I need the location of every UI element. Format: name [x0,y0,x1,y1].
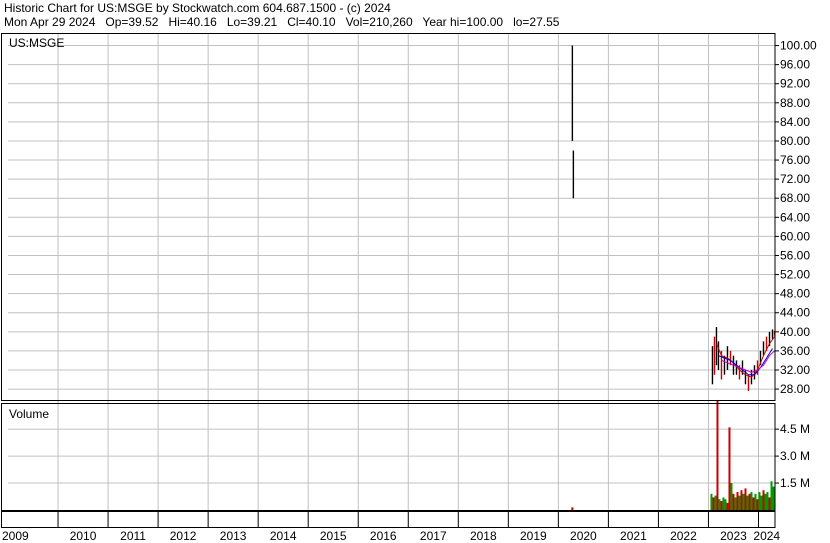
volume-bar [756,499,759,510]
volume-tick-label: 4.5 M [780,422,810,436]
volume-bar [728,427,731,510]
price-tick-label: 100.00 [780,39,817,53]
price-tick-label: 68.00 [780,191,810,205]
x-tick-label: 2009 [2,529,29,543]
volume-bar [730,483,733,510]
moving-average-line [721,350,775,373]
volume-bar [712,497,715,510]
volume-bar [772,486,775,510]
volume-bar [571,507,574,510]
x-tick-label: 2016 [370,529,397,543]
x-tick-label: 2020 [570,529,597,543]
volume-bar [748,493,751,510]
x-tick-label: 2019 [520,529,547,543]
volume-bar [760,495,763,510]
axis-labels: 2009 2010 2011 2012 2013 2014 2015 2016 2017 2018… [2,39,817,543]
volume-bar [732,493,735,510]
volume-bar [758,492,761,510]
volume-bar [744,488,747,510]
volume-bar [726,502,729,510]
volume-bar [722,497,725,510]
volume-bar [716,400,719,510]
x-tick-label: 2023 [720,529,747,543]
x-tick-label: 2024 [753,529,780,543]
volume-bar [746,495,749,510]
x-tick-label: 2021 [620,529,647,543]
price-tick-label: 76.00 [780,153,810,167]
x-tick-label: 2010 [70,529,97,543]
price-tick-label: 64.00 [780,210,810,224]
volume-panel-border [1,403,776,511]
volume-bar [714,495,717,510]
volume-bar [718,499,721,510]
x-tick-label: 2018 [470,529,497,543]
x-tick-label: 2013 [220,529,247,543]
chart-frame [1,33,779,528]
stock-chart: 2009 2010 2011 2012 2013 2014 2015 2016 2017 2018… [1,33,817,543]
volume-tick-label: 1.5 M [780,476,810,490]
volume-bar [736,492,739,510]
volume-tick-label: 3.0 M [780,449,810,463]
price-tick-label: 60.00 [780,229,810,243]
x-axis-band [1,511,776,528]
volume-bar [740,490,743,510]
x-tick-label: 2022 [670,529,697,543]
price-tick-label: 96.00 [780,58,810,72]
volume-bar [768,497,771,510]
volume-bar [724,499,727,510]
price-tick-label: 56.00 [780,248,810,262]
grid-lines [8,34,775,510]
volume-bar [752,497,755,510]
symbol-label: US:MSGE [9,36,64,50]
x-tick-label: 2014 [270,529,297,543]
volume-panel-label: Volume [9,407,49,421]
price-tick-label: 52.00 [780,268,810,282]
volume-bar [754,493,757,510]
volume-bar [742,493,745,510]
price-tick-label: 88.00 [780,96,810,110]
x-tick-label: 2011 [120,529,146,543]
volume-bar [764,493,767,510]
price-tick-label: 28.00 [780,382,810,396]
volume-bar [734,497,737,510]
price-tick-label: 92.00 [780,77,810,91]
price-tick-label: 40.00 [780,325,810,339]
price-tick-label: 36.00 [780,344,810,358]
volume-bar [766,492,769,510]
volume-bar [762,490,765,510]
volume-bar [750,492,753,510]
volume-bar [720,501,723,510]
price-tick-label: 48.00 [780,287,810,301]
price-bars [571,45,776,391]
price-tick-label: 32.00 [780,363,810,377]
volume-bar [738,495,741,510]
x-tick-label: 2017 [420,529,447,543]
price-tick-label: 80.00 [780,134,810,148]
price-tick-label: 84.00 [780,115,810,129]
volume-bar [710,493,713,510]
volume-bar [770,481,773,510]
x-tick-label: 2015 [320,529,347,543]
volume-bars [571,400,775,510]
price-tick-label: 44.00 [780,306,810,320]
x-tick-label: 2012 [170,529,197,543]
price-tick-label: 72.00 [780,172,810,186]
